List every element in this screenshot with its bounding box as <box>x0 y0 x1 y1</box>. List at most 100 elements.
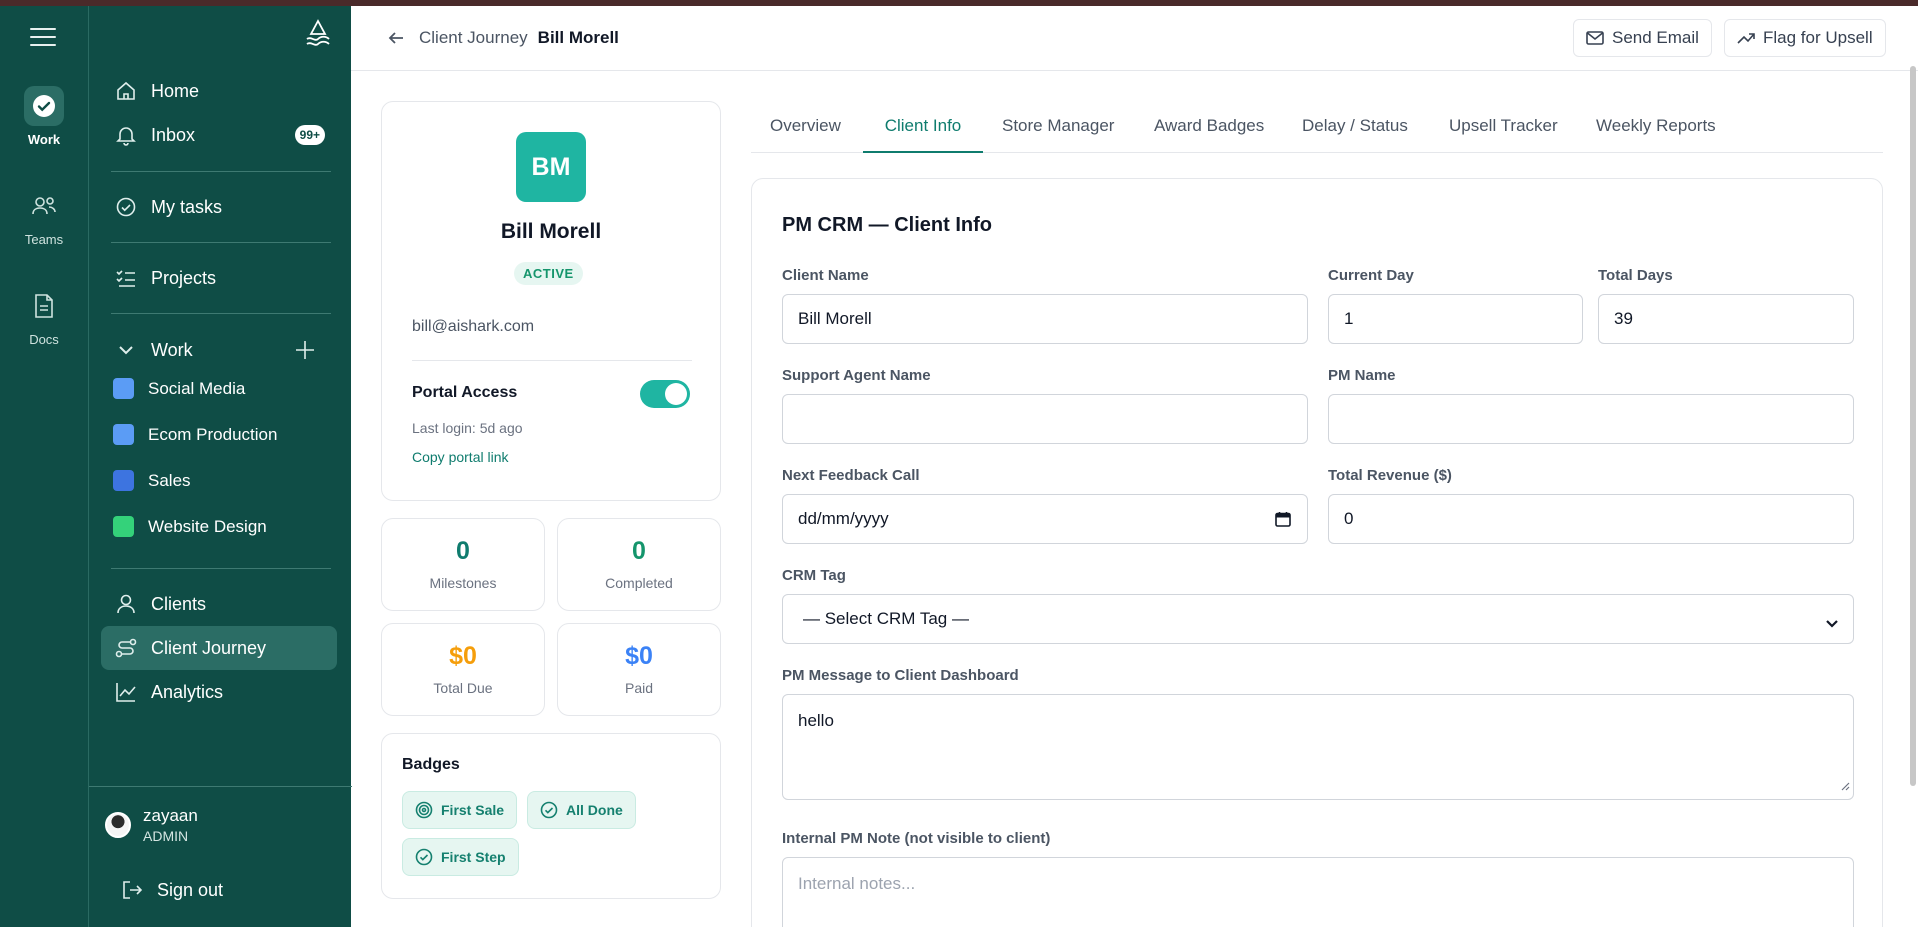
pm-name-input[interactable] <box>1328 394 1854 444</box>
tab-bar: Overview Client Info Store Manager Award… <box>751 100 1883 153</box>
flag-upsell-label: Flag for Upsell <box>1763 28 1873 47</box>
sidebar-item-inbox[interactable]: Inbox 99+ <box>101 113 337 157</box>
task-list-icon <box>115 267 137 289</box>
chevron-down-icon <box>115 339 137 361</box>
sidebar-label-projects: Projects <box>151 267 217 288</box>
breadcrumb-client-journey[interactable]: Client Journey <box>419 28 528 48</box>
sidebar-divider <box>111 313 331 314</box>
tab-award-badges[interactable]: Award Badges <box>1154 116 1264 153</box>
badges-card: Badges First Sale All Done First Step <box>381 733 721 899</box>
add-workspace-plus-icon[interactable] <box>294 339 316 366</box>
page-header: Client Journey Bill Morell Send Email Fl… <box>351 6 1918 71</box>
sidebar-label-home: Home <box>151 80 200 101</box>
current-day-input[interactable]: 1 <box>1328 294 1583 344</box>
workspace-color-square <box>113 516 134 537</box>
rail-item-docs[interactable]: Docs <box>0 286 88 347</box>
crm-tag-select[interactable]: — Select CRM Tag — <box>782 594 1854 644</box>
bell-icon <box>115 124 137 146</box>
back-arrow-icon[interactable] <box>387 29 405 47</box>
resize-handle-icon[interactable] <box>1840 776 1850 796</box>
tab-overview[interactable]: Overview <box>770 116 841 153</box>
portal-access-toggle[interactable] <box>640 380 690 408</box>
sidebar-divider <box>111 171 331 172</box>
sidebar-label-clients: Clients <box>151 593 207 614</box>
stat-label: Completed <box>605 575 673 591</box>
route-icon <box>115 637 137 659</box>
hamburger-menu-icon[interactable] <box>30 28 56 50</box>
status-badge: ACTIVE <box>514 262 583 285</box>
sidebar-item-projects[interactable]: Projects <box>101 256 337 300</box>
rail-label-work: Work <box>27 132 61 147</box>
rail-item-work[interactable]: Work <box>0 86 88 147</box>
sign-out-label: Sign out <box>157 879 224 900</box>
client-profile-card: BM Bill Morell ACTIVE bill@aishark.com P… <box>381 101 721 501</box>
flag-for-upsell-button[interactable]: Flag for Upsell <box>1724 19 1886 57</box>
workspace-item-sales[interactable]: Sales <box>113 470 191 491</box>
sidebar-item-analytics[interactable]: Analytics <box>101 670 337 714</box>
tab-client-info[interactable]: Client Info <box>863 116 983 153</box>
work-section-label: Work <box>151 339 193 360</box>
sidebar-label-analytics: Analytics <box>151 681 224 702</box>
sidebar-label-my-tasks: My tasks <box>151 196 223 217</box>
total-days-input[interactable]: 39 <box>1598 294 1854 344</box>
user-role: ADMIN <box>143 828 189 844</box>
sign-out-button[interactable]: Sign out <box>107 868 343 912</box>
sidebar-item-client-journey[interactable]: Client Journey <box>101 626 337 670</box>
workspace-color-square <box>113 424 134 445</box>
workspace-color-square <box>113 378 134 399</box>
tab-store-manager[interactable]: Store Manager <box>1002 116 1114 153</box>
rail-item-teams[interactable]: Teams <box>0 186 88 247</box>
stat-label: Milestones <box>429 575 497 591</box>
user-icon <box>115 593 137 615</box>
sidebar-item-my-tasks[interactable]: My tasks <box>101 185 337 229</box>
chevron-down-icon <box>1825 614 1839 634</box>
client-name-input[interactable]: Bill Morell <box>782 294 1308 344</box>
total-days-label: Total Days <box>1598 267 1673 284</box>
badge-label: All Done <box>566 802 623 818</box>
next-feedback-date-input[interactable]: dd/mm/yyyy <box>782 494 1308 544</box>
copy-portal-link[interactable]: Copy portal link <box>412 449 509 465</box>
user-profile[interactable]: zayaan ADMIN <box>105 806 198 844</box>
stat-value: 0 <box>632 537 646 565</box>
target-icon <box>415 801 433 819</box>
calendar-icon[interactable] <box>1275 511 1291 532</box>
page-scrollbar[interactable] <box>1910 66 1916 786</box>
sidebar-divider <box>111 242 331 243</box>
check-circle-icon <box>115 196 137 218</box>
total-revenue-input[interactable]: 0 <box>1328 494 1854 544</box>
badges-title: Badges <box>402 756 460 773</box>
stat-card-completed: 0 Completed <box>557 518 721 611</box>
breadcrumb: Client Journey Bill Morell <box>387 28 619 48</box>
pm-message-label: PM Message to Client Dashboard <box>782 667 1019 684</box>
app-logo-icon[interactable] <box>303 18 333 53</box>
pm-message-textarea[interactable]: hello <box>782 694 1854 800</box>
docs-icon <box>24 286 64 326</box>
workspace-item-website-design[interactable]: Website Design <box>113 516 267 537</box>
sidebar-divider <box>111 568 331 569</box>
workspace-color-square <box>113 470 134 491</box>
send-email-label: Send Email <box>1612 28 1699 47</box>
workspace-label: Ecom Production <box>148 424 278 444</box>
tab-delay-status[interactable]: Delay / Status <box>1302 116 1408 153</box>
internal-note-textarea[interactable]: Internal notes... <box>782 857 1854 927</box>
toggle-knob <box>665 383 687 405</box>
badge-first-step: First Step <box>402 838 519 876</box>
tab-weekly-reports[interactable]: Weekly Reports <box>1596 116 1716 153</box>
sidebar-item-clients[interactable]: Clients <box>101 582 337 626</box>
stat-value: $0 <box>625 642 653 670</box>
sidebar-item-home[interactable]: Home <box>101 69 337 113</box>
sidebar-label-client-journey: Client Journey <box>151 637 267 658</box>
tab-upsell-tracker[interactable]: Upsell Tracker <box>1449 116 1558 153</box>
crm-tag-selected-value: — Select CRM Tag — <box>803 609 969 628</box>
crm-tag-label: CRM Tag <box>782 567 846 584</box>
total-revenue-label: Total Revenue ($) <box>1328 467 1452 484</box>
stat-card-milestones: 0 Milestones <box>381 518 545 611</box>
send-email-button[interactable]: Send Email <box>1573 19 1712 57</box>
workspace-item-social-media[interactable]: Social Media <box>113 378 245 399</box>
support-agent-input[interactable] <box>782 394 1308 444</box>
form-title: PM CRM — Client Info <box>782 214 992 236</box>
date-input-value: dd/mm/yyyy <box>798 509 889 528</box>
pm-name-label: PM Name <box>1328 367 1396 384</box>
workspace-item-ecom-production[interactable]: Ecom Production <box>113 424 277 445</box>
sign-out-icon <box>121 879 143 901</box>
